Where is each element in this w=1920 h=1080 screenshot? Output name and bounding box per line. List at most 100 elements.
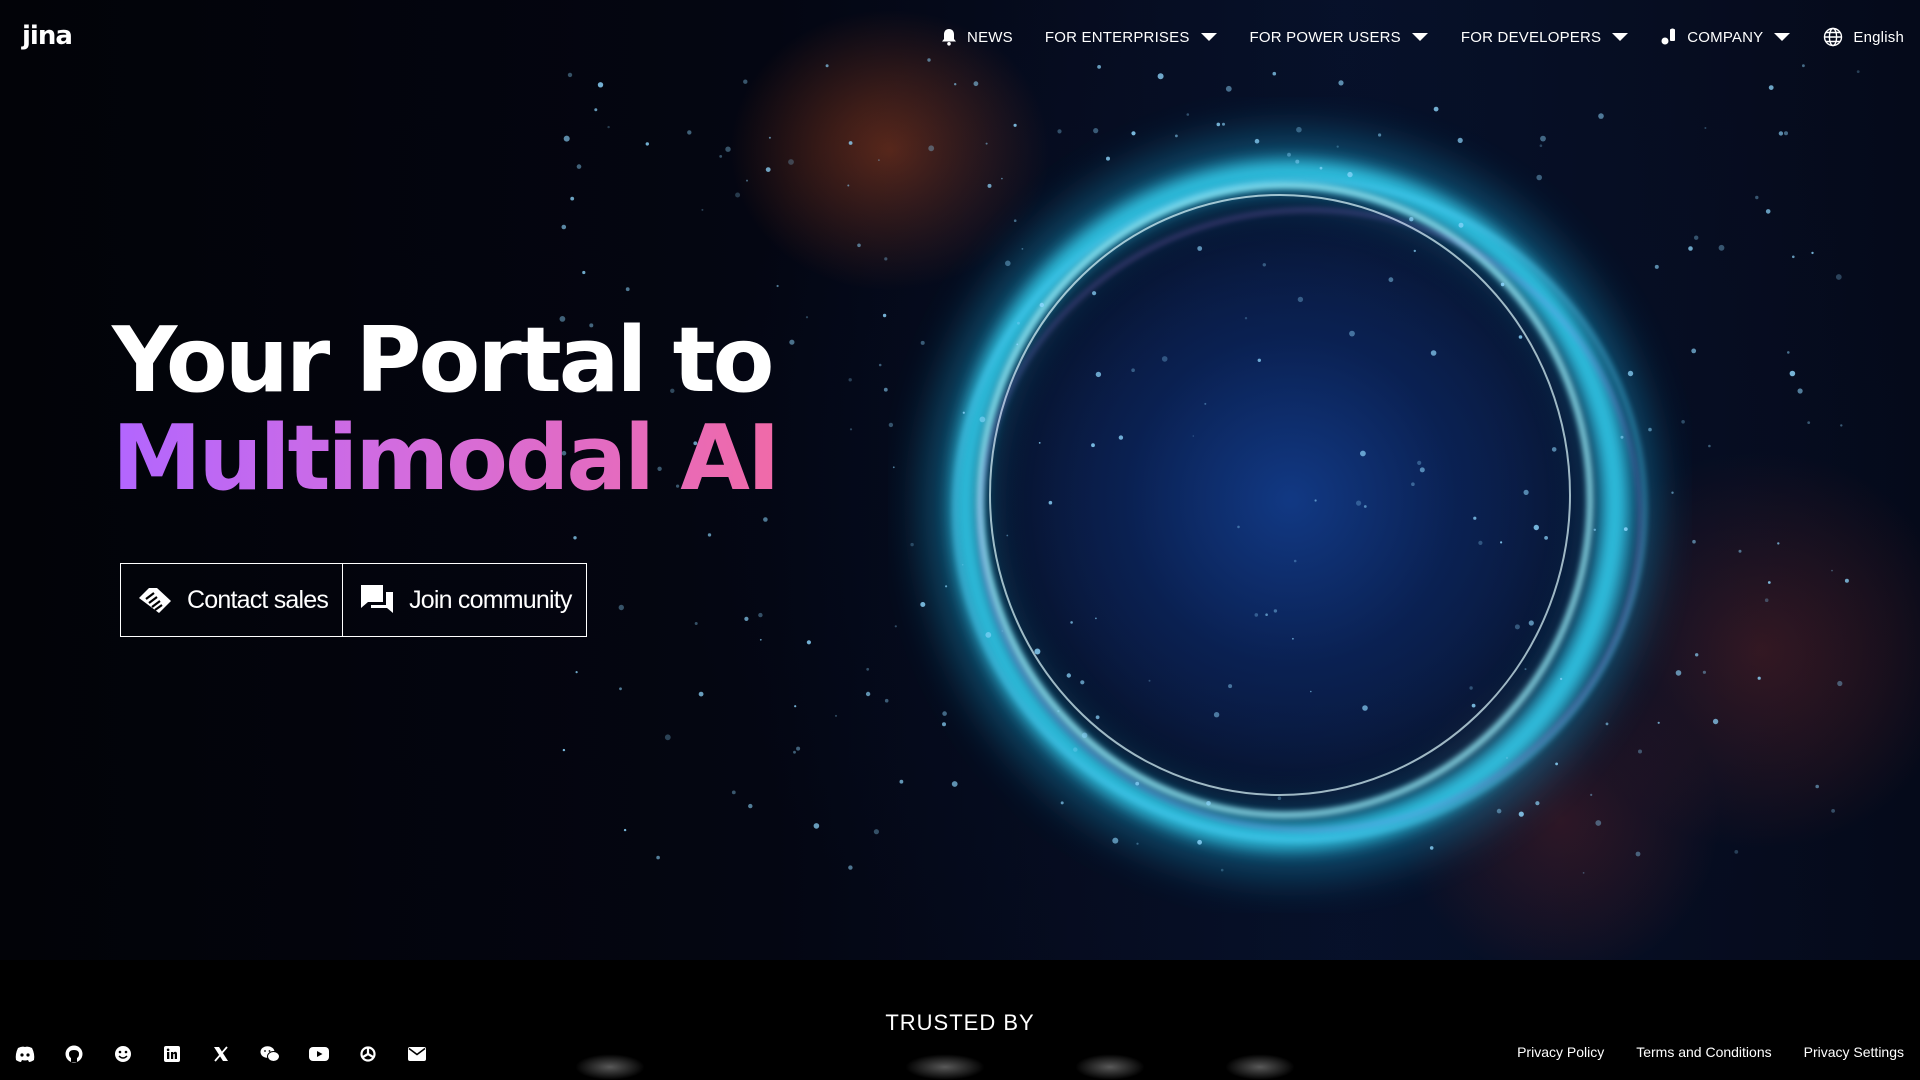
- particle: [1095, 371, 1102, 378]
- particle: [1654, 264, 1659, 269]
- particle: [1540, 135, 1546, 142]
- email-icon[interactable]: [406, 1043, 428, 1065]
- particle: [698, 691, 704, 697]
- particle: [582, 270, 586, 275]
- particle: [1419, 467, 1425, 473]
- particle: [1692, 539, 1696, 544]
- jina-logo[interactable]: jina: [22, 22, 82, 50]
- particle: [1131, 131, 1136, 136]
- particle: [1356, 500, 1362, 506]
- particle: [1505, 756, 1509, 760]
- wechat-icon[interactable]: [259, 1043, 281, 1065]
- particle: [1500, 282, 1505, 287]
- partner-logo: [575, 1054, 645, 1080]
- join-community-button[interactable]: Join community: [342, 564, 585, 636]
- particle: [848, 141, 853, 145]
- particle: [1204, 402, 1207, 405]
- particle: [987, 183, 992, 188]
- particle: [1638, 749, 1642, 754]
- particle: [1148, 679, 1151, 682]
- particle: [793, 750, 796, 754]
- caret-down-icon: [1411, 32, 1429, 42]
- top-navigation: jina NEWS FOR ENTERPRISES FOR POWER USER…: [0, 0, 1920, 74]
- nav-item-label: COMPANY: [1687, 28, 1764, 46]
- nav-item-company[interactable]: COMPANY: [1661, 28, 1791, 46]
- particle: [1336, 145, 1339, 148]
- particle: [847, 184, 850, 187]
- x-icon[interactable]: [210, 1043, 232, 1065]
- particle: [1277, 796, 1282, 800]
- particle: [594, 108, 598, 112]
- nav-item-label: NEWS: [967, 28, 1013, 46]
- caret-down-icon: [1611, 32, 1629, 42]
- particle: [899, 779, 904, 784]
- particle: [607, 125, 610, 129]
- logo-text: jina: [22, 21, 73, 51]
- nav-item-for-developers[interactable]: FOR DEVELOPERS: [1461, 29, 1629, 46]
- cta-button-group: Contact sales Join community: [120, 563, 587, 637]
- particle: [1539, 144, 1543, 147]
- particle: [1429, 846, 1434, 850]
- particle: [962, 411, 965, 414]
- particle: [888, 422, 894, 428]
- openai-icon[interactable]: [357, 1043, 379, 1065]
- bell-icon: [941, 28, 957, 46]
- discord-icon[interactable]: [14, 1043, 36, 1065]
- particle: [1265, 613, 1268, 616]
- privacy-policy-link[interactable]: Privacy Policy: [1517, 1044, 1604, 1060]
- youtube-icon[interactable]: [308, 1043, 330, 1065]
- legal-links: Privacy Policy Terms and Conditions Priv…: [1485, 1044, 1904, 1060]
- github-icon[interactable]: [63, 1043, 85, 1065]
- headline-line-1: Your Portal to: [112, 308, 775, 413]
- particle: [1060, 801, 1064, 805]
- privacy-settings-link[interactable]: Privacy Settings: [1804, 1044, 1904, 1060]
- huggingface-icon[interactable]: [112, 1043, 134, 1065]
- nav-item-news[interactable]: NEWS: [941, 28, 1013, 46]
- particle: [1038, 442, 1041, 444]
- particle: [1001, 177, 1003, 180]
- particle: [1292, 637, 1294, 640]
- particle: [1161, 356, 1168, 362]
- language-selector[interactable]: English: [1823, 27, 1904, 47]
- particle: [1092, 291, 1097, 296]
- particle: [1057, 710, 1060, 713]
- particle: [1807, 421, 1811, 424]
- particle: [1535, 801, 1540, 806]
- particle: [1118, 435, 1124, 440]
- particle: [1734, 850, 1739, 854]
- particle: [1192, 435, 1195, 437]
- particle: [1555, 762, 1558, 766]
- particle: [1837, 680, 1843, 687]
- particle: [1349, 330, 1355, 337]
- particle: [1254, 613, 1259, 617]
- nav-item-for-power-users[interactable]: FOR POWER USERS: [1250, 29, 1429, 46]
- particle: [1296, 126, 1302, 133]
- nav-item-for-enterprises[interactable]: FOR ENTERPRISES: [1045, 29, 1218, 46]
- particle: [1363, 505, 1367, 508]
- contact-sales-button[interactable]: Contact sales: [121, 564, 342, 636]
- particle: [961, 563, 964, 566]
- particle: [1755, 195, 1759, 200]
- particle: [813, 823, 820, 829]
- particle: [1175, 134, 1178, 138]
- chat-icon: [359, 583, 395, 617]
- particle: [1091, 443, 1095, 448]
- particle: [1811, 251, 1814, 255]
- particle: [1500, 541, 1503, 544]
- particle: [1712, 718, 1719, 725]
- particle: [1533, 524, 1540, 531]
- particle: [1627, 370, 1634, 377]
- particle: [945, 585, 948, 588]
- particle: [735, 192, 741, 198]
- particle: [954, 83, 957, 86]
- particle: [1657, 721, 1660, 724]
- particle: [1704, 127, 1707, 129]
- particle: [1262, 263, 1267, 267]
- terms-and-conditions-link[interactable]: Terms and Conditions: [1636, 1044, 1771, 1060]
- particle: [1792, 255, 1795, 259]
- particle: [920, 340, 925, 345]
- linkedin-icon[interactable]: [161, 1043, 183, 1065]
- particle: [562, 748, 566, 752]
- particle: [1478, 540, 1483, 546]
- particle: [1186, 113, 1190, 116]
